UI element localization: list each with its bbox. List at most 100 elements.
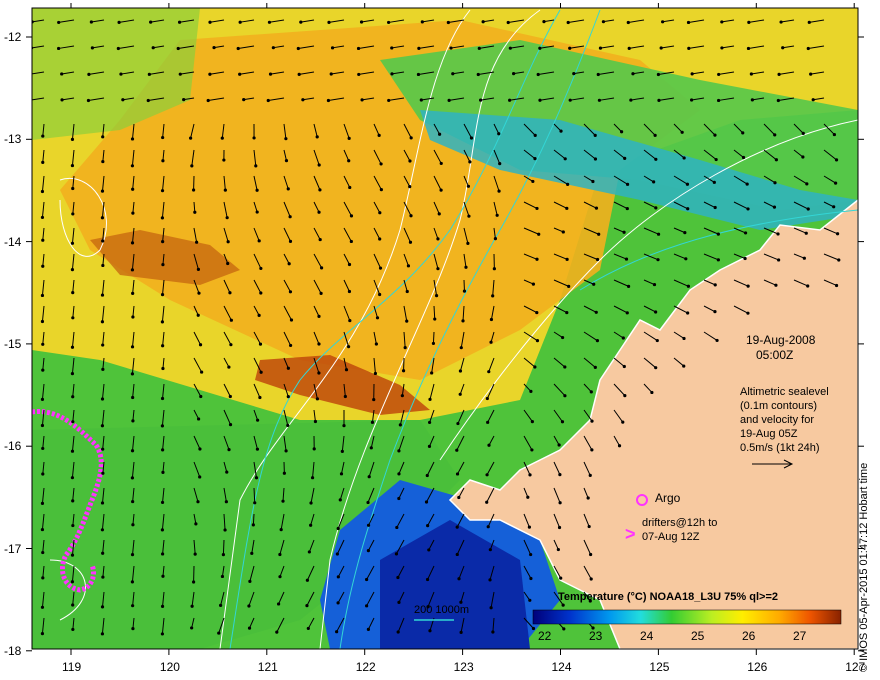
velocity-arrow-head <box>777 258 781 262</box>
velocity-arrow-head <box>224 500 228 504</box>
velocity-arrow-head <box>41 446 45 451</box>
velocity-arrow-head <box>101 239 105 243</box>
velocity-arrow-head <box>714 157 718 162</box>
velocity-arrow-head <box>229 343 233 347</box>
velocity-arrow-head <box>409 136 413 140</box>
velocity-arrow-head <box>680 130 684 134</box>
velocity-arrow-head <box>266 98 270 103</box>
velocity-arrow-head <box>556 547 560 552</box>
velocity-arrow-head <box>318 188 322 192</box>
velocity-arrow-head <box>176 46 180 51</box>
velocity-arrow-head <box>408 159 412 163</box>
colorbar-tick-label: 26 <box>742 629 756 643</box>
velocity-arrow-head <box>687 46 691 51</box>
velocity-arrow-head <box>131 395 135 400</box>
velocity-arrow-head <box>40 319 45 324</box>
velocity-arrow-head <box>86 98 91 103</box>
velocity-arrow-head <box>247 626 252 630</box>
velocity-arrow-head <box>101 551 105 555</box>
velocity-arrow-head <box>89 20 93 24</box>
velocity-arrow-head <box>486 525 490 529</box>
velocity-arrow-head <box>424 500 429 504</box>
velocity-arrow-head <box>489 606 493 610</box>
velocity-arrow-head <box>196 417 201 421</box>
velocity-arrow-head <box>253 501 257 505</box>
velocity-arrow-head <box>387 98 391 103</box>
velocity-arrow-head <box>119 72 123 76</box>
velocity-arrow-head <box>811 98 815 102</box>
velocity-arrow-head <box>397 472 401 476</box>
velocity-arrow-head <box>70 476 75 480</box>
velocity-arrow-head <box>242 98 246 102</box>
velocity-arrow-head <box>493 237 498 241</box>
velocity-arrow-head <box>593 157 598 161</box>
velocity-arrow-head <box>370 420 375 424</box>
velocity-arrow-head <box>542 19 546 24</box>
velocity-arrow-head <box>281 499 285 503</box>
velocity-arrow-head <box>238 20 242 24</box>
velocity-arrow-head <box>161 240 165 244</box>
velocity-arrow-head <box>70 553 75 557</box>
velocity-arrow-head <box>535 339 540 343</box>
velocity-arrow-head <box>41 550 45 555</box>
velocity-arrow-head <box>654 157 658 161</box>
velocity-arrow-head <box>317 342 321 346</box>
velocity-arrow-head <box>528 473 532 477</box>
velocity-arrow-head <box>621 336 625 340</box>
velocity-arrow-head <box>625 182 630 186</box>
velocity-arrow-head <box>200 370 204 374</box>
velocity-arrow-head <box>379 188 383 192</box>
velocity-arrow-head <box>427 548 431 552</box>
velocity-arrow-head <box>802 256 806 260</box>
velocity-arrow-head <box>589 390 593 394</box>
velocity-arrow-head <box>437 212 441 216</box>
velocity-arrow-head <box>397 449 401 453</box>
velocity-arrow-head <box>588 473 592 477</box>
velocity-arrow-head <box>101 471 105 475</box>
velocity-arrow-head <box>131 499 135 504</box>
velocity-arrow-head <box>41 576 45 580</box>
velocity-arrow-head <box>121 98 125 102</box>
velocity-arrow-head <box>652 282 657 287</box>
velocity-arrow-head <box>689 98 694 102</box>
velocity-arrow-head <box>271 46 275 50</box>
velocity-arrow-head <box>624 257 629 261</box>
velocity-arrow-head <box>498 162 502 166</box>
velocity-arrow-head <box>193 210 197 214</box>
velocity-arrow-head <box>160 632 165 636</box>
velocity-arrow-head <box>130 137 135 141</box>
velocity-arrow-head <box>196 267 201 271</box>
velocity-arrow-head <box>191 188 196 192</box>
velocity-arrow-head <box>326 98 331 103</box>
velocity-arrow-head <box>485 500 489 504</box>
velocity-arrow-head <box>161 344 165 348</box>
velocity-arrow-head <box>57 20 61 25</box>
velocity-arrow-head <box>236 46 240 51</box>
velocity-arrow-head <box>455 525 459 529</box>
velocity-arrow-head <box>41 264 45 268</box>
credit-text: © IMOS 05-Apr-2015 01:47:12 Hobart time <box>858 462 870 672</box>
velocity-arrow-head <box>566 20 570 25</box>
velocity-arrow-head <box>720 20 724 24</box>
velocity-arrow-head <box>317 371 321 375</box>
velocity-arrow-head <box>71 395 75 399</box>
velocity-arrow-head <box>365 577 369 582</box>
velocity-arrow-head <box>439 188 443 192</box>
velocity-arrow-head <box>259 291 263 295</box>
velocity-arrow-head <box>161 448 165 452</box>
velocity-arrow-head <box>804 231 808 235</box>
velocity-arrow-head <box>100 397 105 401</box>
velocity-arrow-head <box>309 523 313 527</box>
velocity-arrow-head <box>439 161 443 166</box>
velocity-arrow-head <box>194 522 198 526</box>
velocity-arrow-head <box>71 603 75 607</box>
velocity-arrow-head <box>254 476 259 480</box>
velocity-arrow-head <box>310 476 315 480</box>
velocity-arrow-head <box>597 98 602 102</box>
velocity-arrow-head <box>623 394 627 398</box>
velocity-arrow-head <box>467 214 471 218</box>
velocity-arrow-head <box>160 396 165 401</box>
velocity-arrow-head <box>566 182 570 186</box>
velocity-arrow-head <box>801 155 805 159</box>
velocity-arrow-head <box>567 284 571 288</box>
